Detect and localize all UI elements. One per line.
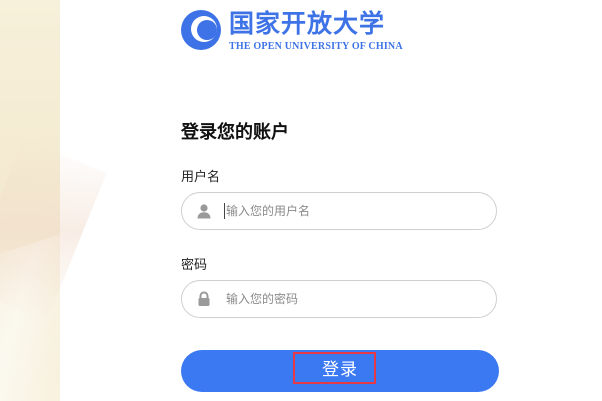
username-label: 用户名 — [181, 170, 221, 185]
password-field[interactable] — [181, 280, 497, 318]
logo-title-cn: 国家开放大学 — [229, 9, 386, 38]
login-button-label: 登录 — [322, 360, 358, 380]
password-label: 密码 — [181, 258, 208, 273]
login-page: 国家开放大学 THE OPEN UNIVERSITY OF CHINA 登录您的… — [0, 0, 602, 401]
logo-title-en: THE OPEN UNIVERSITY OF CHINA — [229, 41, 403, 52]
text-cursor — [224, 203, 225, 219]
user-icon — [197, 204, 211, 219]
username-input[interactable] — [226, 202, 476, 220]
ouc-logo-icon — [181, 10, 221, 50]
login-form-title: 登录您的账户 — [181, 122, 289, 143]
left-decorative-background — [0, 0, 60, 401]
university-logo: 国家开放大学 THE OPEN UNIVERSITY OF CHINA — [181, 8, 411, 56]
lock-icon — [198, 291, 210, 306]
username-field[interactable] — [181, 192, 497, 230]
password-input[interactable] — [226, 290, 476, 308]
logo-bird-icon — [196, 20, 212, 34]
login-button[interactable]: 登录 — [181, 350, 499, 392]
